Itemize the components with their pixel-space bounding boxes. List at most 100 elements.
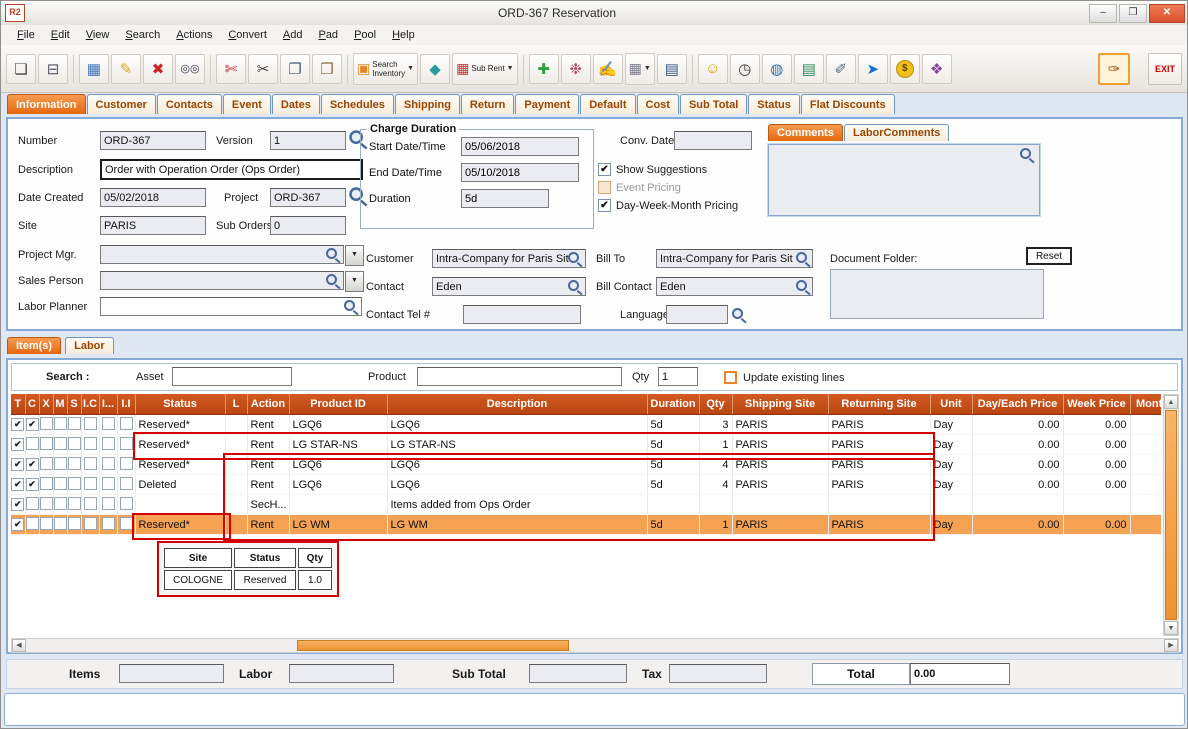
customer-lookup-icon[interactable] xyxy=(568,252,582,266)
vertical-scrollbar[interactable]: ▲ ▼ xyxy=(1163,394,1179,636)
minimize-button[interactable]: – xyxy=(1089,4,1117,23)
menu-help[interactable]: Help xyxy=(384,27,423,43)
row-checkbox[interactable] xyxy=(84,497,97,510)
scroll-down-arrow[interactable]: ▼ xyxy=(1164,621,1178,635)
row-checkbox[interactable] xyxy=(84,517,97,530)
scroll-right-arrow[interactable]: ▶ xyxy=(1164,639,1178,652)
bill-to-field[interactable] xyxy=(656,249,813,268)
chevron-down-icon[interactable]: ▼ xyxy=(407,65,414,72)
tab-labor[interactable]: Labor xyxy=(65,337,114,354)
labor-planner-lookup-icon[interactable] xyxy=(344,300,358,314)
tab-shipping[interactable]: Shipping xyxy=(395,94,460,114)
tab-cost[interactable]: Cost xyxy=(637,94,679,114)
tab-contacts[interactable]: Contacts xyxy=(157,94,222,114)
row-checkbox[interactable] xyxy=(40,497,53,510)
row-checkbox[interactable] xyxy=(68,457,81,470)
paste-button[interactable]: ❒ xyxy=(312,54,342,84)
row-checkbox[interactable] xyxy=(102,457,115,470)
comments-lookup-icon[interactable] xyxy=(1020,148,1034,162)
project-field[interactable] xyxy=(270,188,346,207)
row-checkbox[interactable] xyxy=(84,417,97,430)
tab-flat-discounts[interactable]: Flat Discounts xyxy=(801,94,895,114)
row-checkbox[interactable] xyxy=(68,437,81,450)
contact-tel-field[interactable] xyxy=(463,305,581,324)
row-checkbox[interactable] xyxy=(102,477,115,490)
row-checkbox[interactable] xyxy=(54,517,67,530)
row-checkbox[interactable] xyxy=(68,477,81,490)
reset-button[interactable]: Reset xyxy=(1026,247,1072,265)
project-mgr-field[interactable] xyxy=(100,245,344,264)
save-button[interactable]: ▦ xyxy=(79,54,109,84)
bill-contact-lookup-icon[interactable] xyxy=(796,280,810,294)
site-field[interactable] xyxy=(100,216,206,235)
col-header-shipping-site[interactable]: Shipping Site xyxy=(732,394,828,415)
catalog-button[interactable]: ▤ xyxy=(794,54,824,84)
col-header-week-price[interactable]: Week Price xyxy=(1063,394,1130,415)
col-header-status[interactable]: Status xyxy=(135,394,225,415)
row-checkbox[interactable] xyxy=(40,517,53,530)
asset-search-input[interactable] xyxy=(172,367,292,386)
menu-view[interactable]: View xyxy=(78,27,118,43)
tab-event[interactable]: Event xyxy=(223,94,271,114)
tab-labor-comments[interactable]: LaborComments xyxy=(844,124,949,141)
col-header[interactable]: M xyxy=(53,394,67,415)
row-checkbox[interactable] xyxy=(84,437,97,450)
pool-drop-button[interactable]: ◆ xyxy=(420,54,450,84)
row-checkbox[interactable] xyxy=(102,437,115,450)
add-line-button[interactable]: ✚ xyxy=(529,54,559,84)
tab-payment[interactable]: Payment xyxy=(515,94,579,114)
col-header[interactable]: S xyxy=(67,394,81,415)
start-date-field[interactable] xyxy=(461,137,579,156)
col-header-l[interactable]: L xyxy=(225,394,247,415)
row-checkbox[interactable] xyxy=(120,437,133,450)
date-created-field[interactable] xyxy=(100,188,206,207)
table-row[interactable]: ✔ ✔ Reserved* Rent LGQ6 LGQ6 5d 4 PARIS xyxy=(11,455,1161,475)
row-checkbox[interactable]: ✔ xyxy=(26,418,39,431)
tab-schedules[interactable]: Schedules xyxy=(321,94,394,114)
sales-person-field[interactable] xyxy=(100,271,344,290)
sub-orders-field[interactable] xyxy=(270,216,346,235)
notes-button[interactable]: ✍ xyxy=(593,54,623,84)
col-header[interactable]: T xyxy=(11,394,25,415)
customer-field[interactable] xyxy=(432,249,586,268)
row-checkbox[interactable] xyxy=(84,477,97,490)
tab-information[interactable]: Information xyxy=(7,94,86,114)
menu-search[interactable]: Search xyxy=(117,27,168,43)
tab-items[interactable]: Item(s) xyxy=(7,337,61,354)
row-checkbox[interactable] xyxy=(120,497,133,510)
dwm-pricing-checkbox[interactable] xyxy=(598,199,611,212)
row-checkbox[interactable]: ✔ xyxy=(11,498,24,511)
col-header-duration[interactable]: Duration xyxy=(647,394,699,415)
menu-pad[interactable]: Pad xyxy=(310,27,346,43)
cut-sheet-button[interactable]: ✄ xyxy=(216,54,246,84)
transfer-button[interactable]: ➤ xyxy=(858,54,888,84)
version-field[interactable] xyxy=(270,131,346,150)
row-checkbox[interactable] xyxy=(68,517,81,530)
col-header-product-id[interactable]: Product ID xyxy=(289,394,387,415)
contact-field[interactable] xyxy=(432,277,586,296)
scroll-left-arrow[interactable]: ◀ xyxy=(12,639,26,652)
row-checkbox[interactable] xyxy=(54,497,67,510)
conv-date-field[interactable] xyxy=(674,131,752,150)
table-row[interactable]: ✔ SecH... Items added from Ops Order xyxy=(11,495,1161,515)
project-mgr-dropdown[interactable]: ▼ xyxy=(345,245,364,266)
menu-file[interactable]: File xyxy=(9,27,43,43)
sales-person-lookup-icon[interactable] xyxy=(326,274,340,288)
row-checkbox[interactable] xyxy=(120,517,133,530)
qty-input[interactable] xyxy=(658,367,698,386)
row-checkbox[interactable] xyxy=(54,417,67,430)
table-row-selected[interactable]: ✔ Reserved* Rent LG WM LG WM 5d 1 PARIS xyxy=(11,515,1161,535)
chevron-down-icon[interactable]: ▼ xyxy=(507,65,514,72)
row-checkbox[interactable]: ✔ xyxy=(11,418,24,431)
media-button[interactable]: ◍ xyxy=(762,54,792,84)
calendar-button[interactable]: ▦ ▼ xyxy=(625,53,655,85)
tab-return[interactable]: Return xyxy=(461,94,514,114)
copy-button[interactable]: ❐ xyxy=(280,54,310,84)
col-header[interactable]: I... xyxy=(99,394,117,415)
product-search-input[interactable] xyxy=(417,367,622,386)
table-row[interactable]: ✔ Reserved* Rent LG STAR-NS LG STAR-NS 5… xyxy=(11,435,1161,455)
show-suggestions-checkbox[interactable] xyxy=(598,163,611,176)
number-field[interactable] xyxy=(100,131,206,150)
row-checkbox[interactable] xyxy=(26,437,39,450)
row-checkbox[interactable] xyxy=(84,457,97,470)
